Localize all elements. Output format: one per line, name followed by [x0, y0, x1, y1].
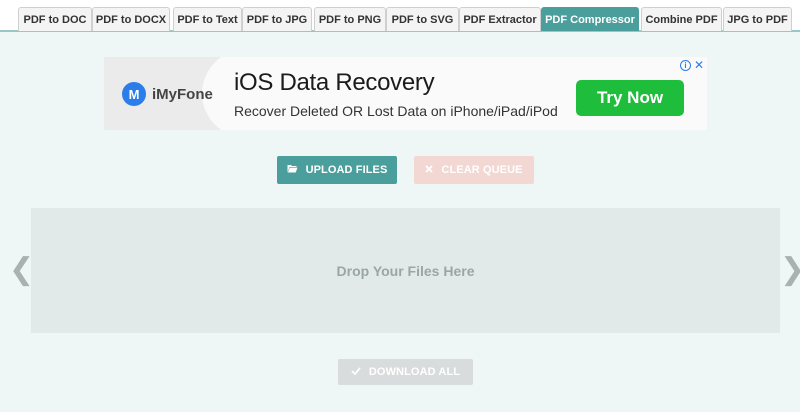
- download-all-button[interactable]: DOWNLOAD ALL: [338, 359, 473, 385]
- clear-queue-label: CLEAR QUEUE: [441, 164, 523, 176]
- imyfone-logo-icon: M: [122, 82, 146, 106]
- chevron-right-icon[interactable]: ❯: [780, 252, 800, 287]
- tab-pdf-extractor[interactable]: PDF Extractor: [459, 7, 541, 31]
- close-icon[interactable]: ✕: [694, 58, 704, 72]
- info-icon[interactable]: i: [680, 60, 691, 71]
- ad-try-now-button[interactable]: Try Now: [576, 80, 684, 116]
- tab-pdf-to-png[interactable]: PDF to PNG: [314, 7, 386, 31]
- tab-combine-pdf[interactable]: Combine PDF: [641, 7, 722, 31]
- tab-jpg-to-pdf[interactable]: JPG to PDF: [723, 7, 792, 31]
- ad-title: iOS Data Recovery: [234, 69, 435, 96]
- folder-open-icon: [287, 164, 298, 176]
- upload-files-button[interactable]: UPLOAD FILES: [277, 156, 397, 184]
- file-drop-zone[interactable]: Drop Your Files Here: [31, 208, 780, 333]
- clear-queue-button[interactable]: CLEAR QUEUE: [414, 156, 534, 184]
- tab-pdf-to-text[interactable]: PDF to Text: [173, 7, 242, 31]
- chevron-left-icon[interactable]: ❮: [9, 252, 34, 287]
- tool-tab-bar: PDF to DOC PDF to DOCX PDF to Text PDF t…: [0, 0, 800, 32]
- close-icon: [425, 164, 434, 176]
- tab-pdf-to-docx[interactable]: PDF to DOCX: [92, 7, 170, 31]
- ad-banner[interactable]: M iMyFone iOS Data Recovery Recover Dele…: [104, 57, 707, 130]
- download-all-label: DOWNLOAD ALL: [368, 366, 461, 378]
- upload-files-label: UPLOAD FILES: [305, 164, 388, 176]
- tab-pdf-to-doc[interactable]: PDF to DOC: [18, 7, 92, 31]
- tab-pdf-compressor[interactable]: PDF Compressor: [541, 7, 639, 31]
- drop-zone-text: Drop Your Files Here: [336, 262, 475, 279]
- ad-subtitle: Recover Deleted OR Lost Data on iPhone/i…: [234, 103, 558, 119]
- tab-pdf-to-svg[interactable]: PDF to SVG: [386, 7, 459, 31]
- ad-brand-name: iMyFone: [152, 86, 213, 103]
- check-icon: [351, 366, 361, 378]
- tab-pdf-to-jpg[interactable]: PDF to JPG: [242, 7, 312, 31]
